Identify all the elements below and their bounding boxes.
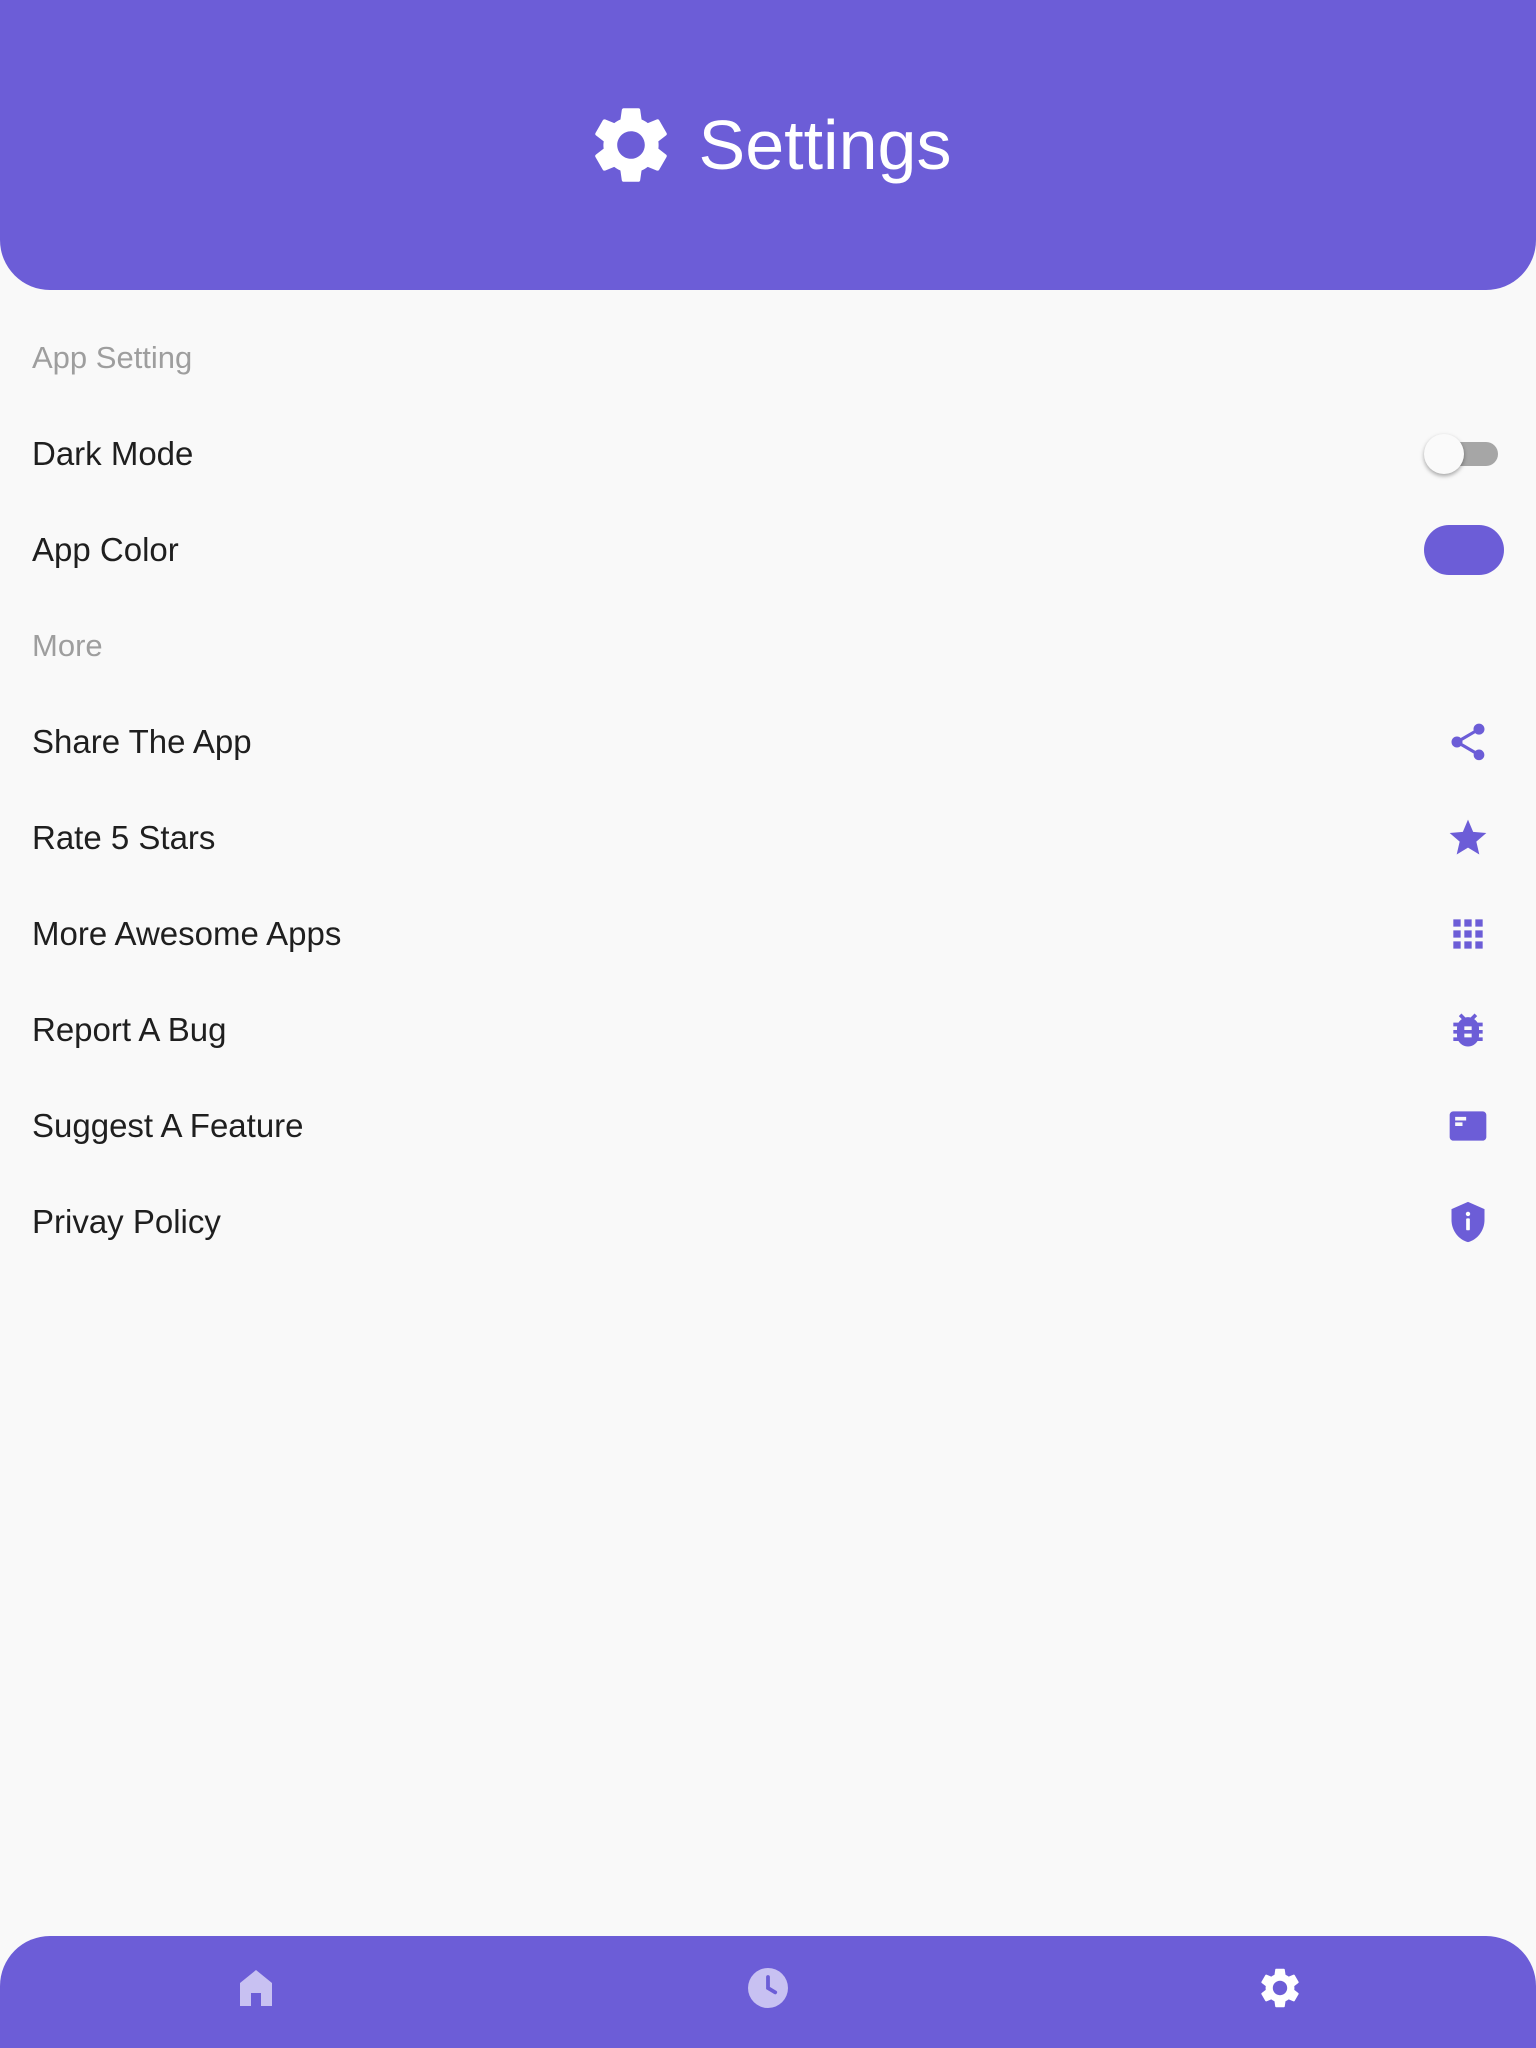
privacy-policy-label: Privay Policy — [32, 1203, 221, 1240]
more-apps-label: More Awesome Apps — [32, 915, 342, 952]
app-header: Settings — [0, 0, 1536, 290]
nav-home[interactable] — [232, 1964, 280, 2012]
page-title: Settings — [698, 106, 952, 184]
dark-mode-toggle[interactable] — [1424, 432, 1500, 476]
bug-icon — [1453, 1013, 1483, 1047]
star-icon — [1449, 819, 1487, 855]
bottom-navigation-bar — [0, 1936, 1536, 2048]
share-app-row[interactable]: Share The App — [32, 702, 1504, 782]
dark-mode-label: Dark Mode — [32, 435, 194, 472]
dark-mode-row[interactable]: Dark Mode — [32, 414, 1504, 494]
toggle-thumb — [1424, 434, 1464, 474]
share-app-label: Share The App — [32, 723, 252, 760]
apps-grid-icon — [1453, 919, 1483, 949]
feature-card-icon — [1449, 1111, 1487, 1141]
nav-settings[interactable] — [1256, 1964, 1304, 2012]
section-label-app-setting: App Setting — [32, 340, 193, 375]
suggest-feature-row[interactable]: Suggest A Feature — [32, 1086, 1504, 1166]
report-bug-row[interactable]: Report A Bug — [32, 990, 1504, 1070]
clock-icon — [748, 1968, 788, 2008]
privacy-shield-icon — [1451, 1201, 1485, 1243]
app-color-label: App Color — [32, 531, 179, 568]
share-icon — [1451, 723, 1485, 761]
nav-history[interactable] — [744, 1964, 792, 2012]
privacy-policy-row[interactable]: Privay Policy — [32, 1182, 1504, 1262]
rate-stars-row[interactable]: Rate 5 Stars — [32, 798, 1504, 878]
home-icon — [240, 1970, 272, 2006]
app-color-row[interactable]: App Color — [32, 510, 1504, 590]
gear-icon — [1261, 1968, 1299, 2008]
suggest-feature-label: Suggest A Feature — [32, 1107, 304, 1144]
report-bug-label: Report A Bug — [32, 1011, 227, 1048]
gear-icon — [594, 108, 667, 182]
app-color-swatch[interactable] — [1424, 525, 1504, 575]
rate-stars-label: Rate 5 Stars — [32, 819, 216, 856]
section-label-more: More — [32, 628, 103, 663]
more-apps-row[interactable]: More Awesome Apps — [32, 894, 1504, 974]
